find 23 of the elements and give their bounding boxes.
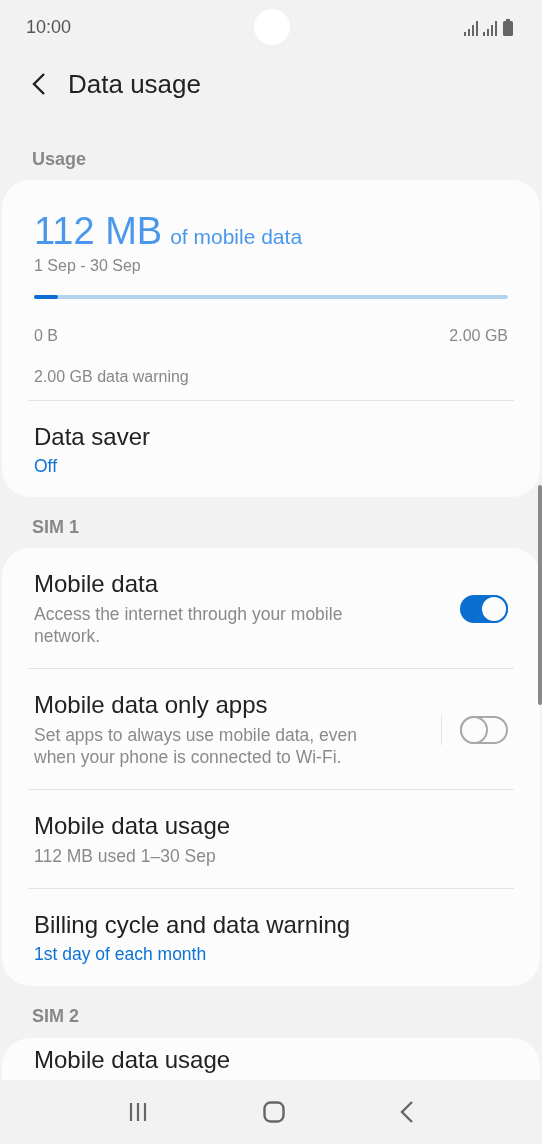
- page-title: Data usage: [68, 68, 201, 100]
- usage-amount: 112 MB: [34, 210, 163, 253]
- toggle-switch[interactable]: [460, 594, 508, 623]
- scale-start: 0 B: [34, 327, 58, 345]
- toggle-switch[interactable]: [460, 715, 508, 744]
- usage-period: 1 Sep - 30 Sep: [34, 257, 141, 274]
- scale-end: 2.00 GB: [449, 327, 508, 345]
- settings-item[interactable]: Mobile data usage 112 MB used 1–30 Sep: [2, 790, 540, 888]
- home-icon[interactable]: [263, 1101, 285, 1123]
- section-label: SIM 2: [32, 1006, 79, 1026]
- warning-text: 2.00 GB data warning: [34, 368, 189, 385]
- usage-suffix: of mobile data: [170, 225, 303, 249]
- status-time: 10:00: [26, 17, 72, 38]
- settings-item[interactable]: Mobile data only apps Set apps to always use mobile data, even when your phone is connected to Wi-Fi.: [2, 669, 540, 789]
- settings-item[interactable]: Mobile data usage: [2, 1038, 540, 1080]
- data-saver-item[interactable]: Data saver Off: [2, 401, 540, 497]
- back-icon[interactable]: [32, 73, 46, 95]
- settings-item[interactable]: Billing cycle and data warning 1st day of each month: [2, 889, 540, 986]
- section-label: SIM 1: [32, 517, 79, 537]
- section-label: Usage: [32, 149, 87, 169]
- settings-item[interactable]: Mobile data Access the internet through your mobile network.: [2, 548, 540, 668]
- recent-apps-icon[interactable]: [127, 1102, 148, 1122]
- status-icons: [464, 18, 514, 37]
